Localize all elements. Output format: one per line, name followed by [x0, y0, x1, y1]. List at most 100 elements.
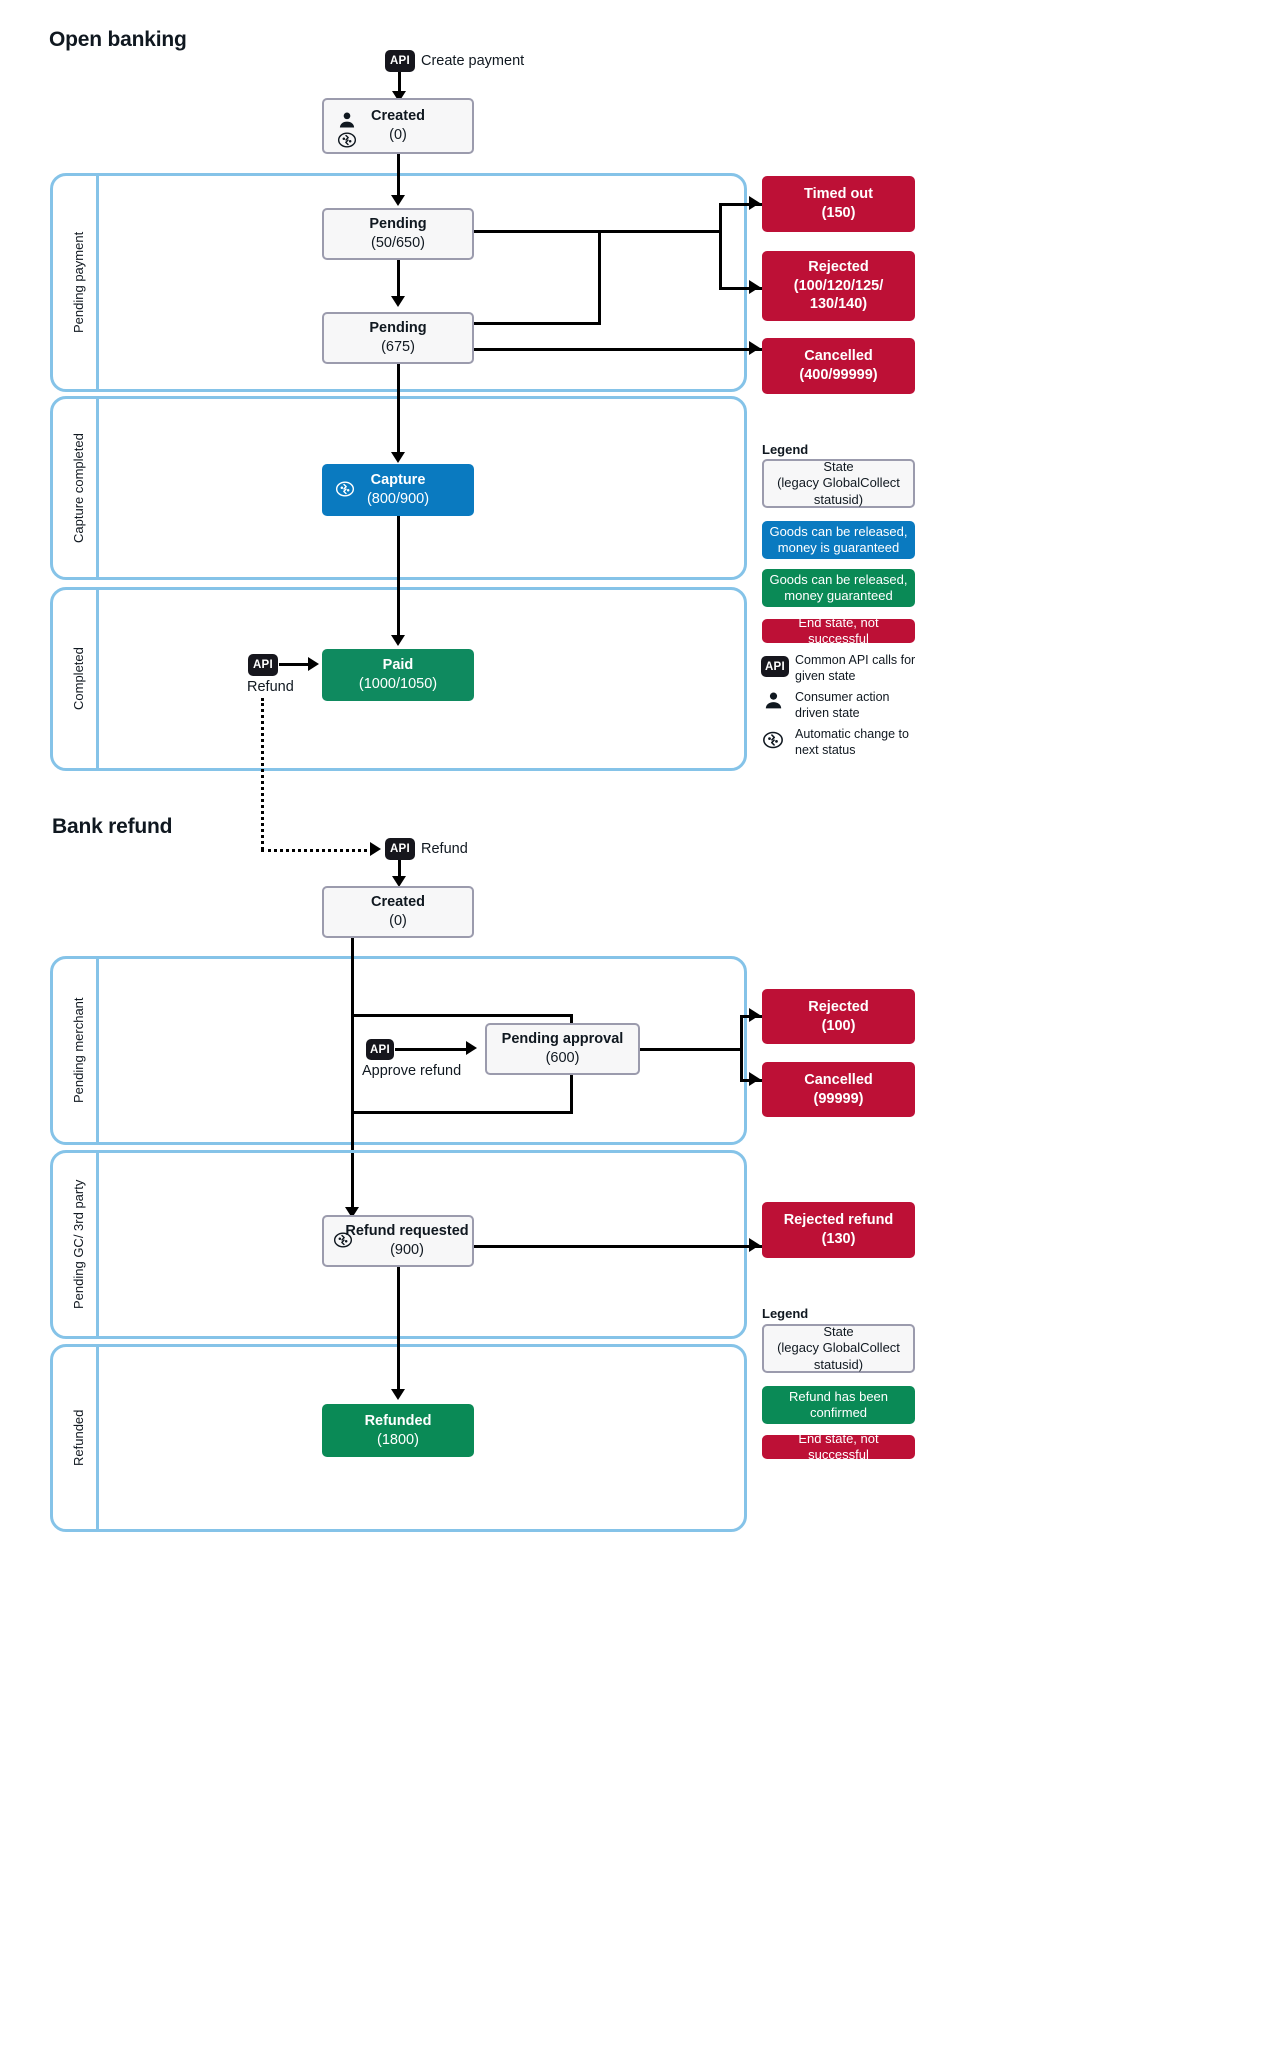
- node-cancelled-refund-code: (99999): [813, 1090, 864, 1107]
- connector-refund-req-to-rejected: [474, 1245, 763, 1248]
- auto-change-icon: [762, 729, 784, 756]
- node-refunded-name: Refunded: [364, 1412, 432, 1429]
- node-created-refund[interactable]: Created (0): [322, 886, 474, 938]
- legend-row-auto-text: Automatic change to next status: [795, 727, 925, 758]
- node-pending-675[interactable]: Pending (675): [322, 312, 474, 364]
- connector-pending2-to-capture: [397, 364, 400, 454]
- connector-approval-return-h: [351, 1111, 573, 1114]
- node-refund-requested[interactable]: Refund requested (900): [322, 1215, 474, 1267]
- node-pending-675-name: Pending: [369, 320, 427, 337]
- auto-change-icon: [334, 479, 356, 501]
- arrowhead-bank-refund-entry: [370, 842, 381, 856]
- api-badge-refund-payment[interactable]: API: [248, 654, 278, 676]
- node-pending-50-650[interactable]: Pending (50/650): [322, 208, 474, 260]
- node-rejected-payment-code2: 130/140): [809, 296, 868, 313]
- node-refunded[interactable]: Refunded (1800): [322, 1404, 474, 1457]
- arrowhead-cancelled: [749, 341, 760, 355]
- node-created-payment-code: (0): [389, 127, 407, 143]
- connector-trunk-to-approval-top: [351, 1014, 573, 1017]
- label-approve-refund: Approve refund: [362, 1063, 462, 1079]
- node-timed-out-name: Timed out: [803, 186, 873, 203]
- node-created-payment[interactable]: Created (0): [322, 98, 474, 154]
- arrowhead-pending1: [391, 195, 405, 206]
- node-rejected-payment-code: (100/120/125/: [793, 277, 884, 294]
- legend-row-auto-l1: Automatic change to: [795, 727, 909, 741]
- legend-state-l2: (legacy GlobalCollect: [777, 475, 900, 491]
- auto-change-icon: [336, 130, 358, 152]
- node-created-payment-name: Created: [371, 108, 425, 125]
- connector-p2-riser: [598, 230, 601, 325]
- node-rejected-refund-130-name: Rejected refund: [783, 1212, 894, 1229]
- connector-p2-right-upper: [474, 322, 601, 325]
- lane-label-pending-payment: Pending payment: [71, 231, 86, 334]
- legend-row-consumer-l2: state: [832, 705, 860, 720]
- node-rejected-refund-130-code: (130): [821, 1231, 856, 1247]
- api-badge-text: API: [369, 1043, 391, 1056]
- legend-row-consumer-text: Consumer action driven state: [795, 690, 925, 721]
- node-rejected-refund-100-code: (100): [821, 1017, 856, 1034]
- lane-divider-2: [96, 396, 99, 580]
- lane-divider-5: [96, 1150, 99, 1339]
- connector-created-to-pending1: [397, 154, 400, 197]
- section-title-bank-refund: Bank refund: [52, 815, 173, 838]
- lane-divider-4: [96, 956, 99, 1145]
- arrowhead-cancelled-refund: [749, 1072, 760, 1086]
- legend-api-icon: API: [761, 656, 789, 677]
- node-rejected-refund-100-name: Rejected: [808, 998, 869, 1015]
- node-paid[interactable]: Paid (1000/1050): [322, 649, 474, 701]
- node-cancelled-payment-code: (400/99999): [799, 367, 878, 383]
- node-cancelled-refund-name: Cancelled: [804, 1071, 873, 1088]
- legend-row-api-l1: Common API calls for: [795, 653, 916, 667]
- legend-green-l1: Goods can be released,: [769, 571, 908, 587]
- connector-dotted-refund-down: [261, 698, 264, 850]
- node-capture[interactable]: Capture (800/900): [322, 464, 474, 516]
- legend-red-l1: End state, not successful: [798, 614, 879, 646]
- node-timed-out[interactable]: Timed out (150): [762, 176, 915, 232]
- api-badge-approve-refund[interactable]: API: [366, 1039, 394, 1060]
- legend-state-l1: State: [823, 459, 854, 475]
- legend-row-api-text: Common API calls for given state: [795, 653, 925, 684]
- node-cancelled-payment[interactable]: Cancelled (400/99999): [762, 338, 915, 394]
- node-pending-approval[interactable]: Pending approval (600): [485, 1023, 640, 1075]
- node-refund-requested-code: (900): [390, 1242, 424, 1258]
- lane-label-pending-merchant: Pending merchant: [71, 997, 86, 1104]
- node-rejected-payment-name: Rejected: [808, 259, 869, 276]
- node-pending-50-650-code: (50/650): [370, 235, 425, 251]
- legend-refund-state-l2: (legacy GlobalCollect: [777, 1340, 900, 1356]
- arrowhead-paid-from-refund: [308, 657, 319, 671]
- node-pending-675-code: (675): [381, 339, 415, 355]
- connector-approval-bus: [740, 1015, 743, 1082]
- legend-api-badge-text: API: [764, 660, 786, 673]
- node-rejected-refund-100[interactable]: Rejected (100): [762, 989, 915, 1044]
- node-rejected-payment[interactable]: Rejected (100/120/125/ 130/140): [762, 251, 915, 321]
- node-refund-requested-name: Refund requested: [345, 1223, 469, 1240]
- connector-refund-to-paid: [279, 663, 311, 666]
- connector-bus-vertical: [719, 203, 722, 290]
- node-cancelled-refund[interactable]: Cancelled (99999): [762, 1062, 915, 1117]
- node-refunded-code: (1800): [377, 1431, 419, 1448]
- arrowhead-paid: [391, 635, 405, 646]
- node-rejected-refund-130[interactable]: Rejected refund (130): [762, 1202, 915, 1258]
- connector-refundreq-to-refunded: [397, 1267, 400, 1391]
- arrowhead-timed-out: [749, 196, 760, 210]
- api-badge-text: API: [252, 659, 274, 671]
- legend-green-l2: money guaranteed: [784, 588, 893, 603]
- legend-blue-box-payment: Goods can be released, money is guarante…: [762, 521, 915, 559]
- lane-label-completed: Completed: [71, 647, 86, 711]
- connector-capture-to-paid: [397, 516, 400, 637]
- api-badge-create-payment[interactable]: API: [385, 50, 415, 72]
- arrowhead-approval-from-api: [466, 1041, 477, 1055]
- legend-state-box-payment: State (legacy GlobalCollect statusid): [762, 459, 915, 508]
- legend-row-auto-l2: next status: [795, 742, 856, 757]
- connector-pending1-to-pending2: [397, 260, 400, 298]
- lane-divider-6: [96, 1344, 99, 1532]
- api-badge-refund-entry[interactable]: API: [385, 838, 415, 860]
- node-pending-50-650-name: Pending: [369, 216, 427, 233]
- node-pending-approval-code: (600): [545, 1050, 580, 1066]
- legend-refund-green-l1: Refund has been: [788, 1388, 889, 1404]
- connector-p2-to-cancelled: [474, 348, 763, 351]
- node-paid-code: (1000/1050): [358, 676, 438, 692]
- person-icon: [336, 110, 358, 132]
- legend-title-refund: Legend: [762, 1306, 809, 1321]
- label-create-payment: Create payment: [421, 53, 525, 69]
